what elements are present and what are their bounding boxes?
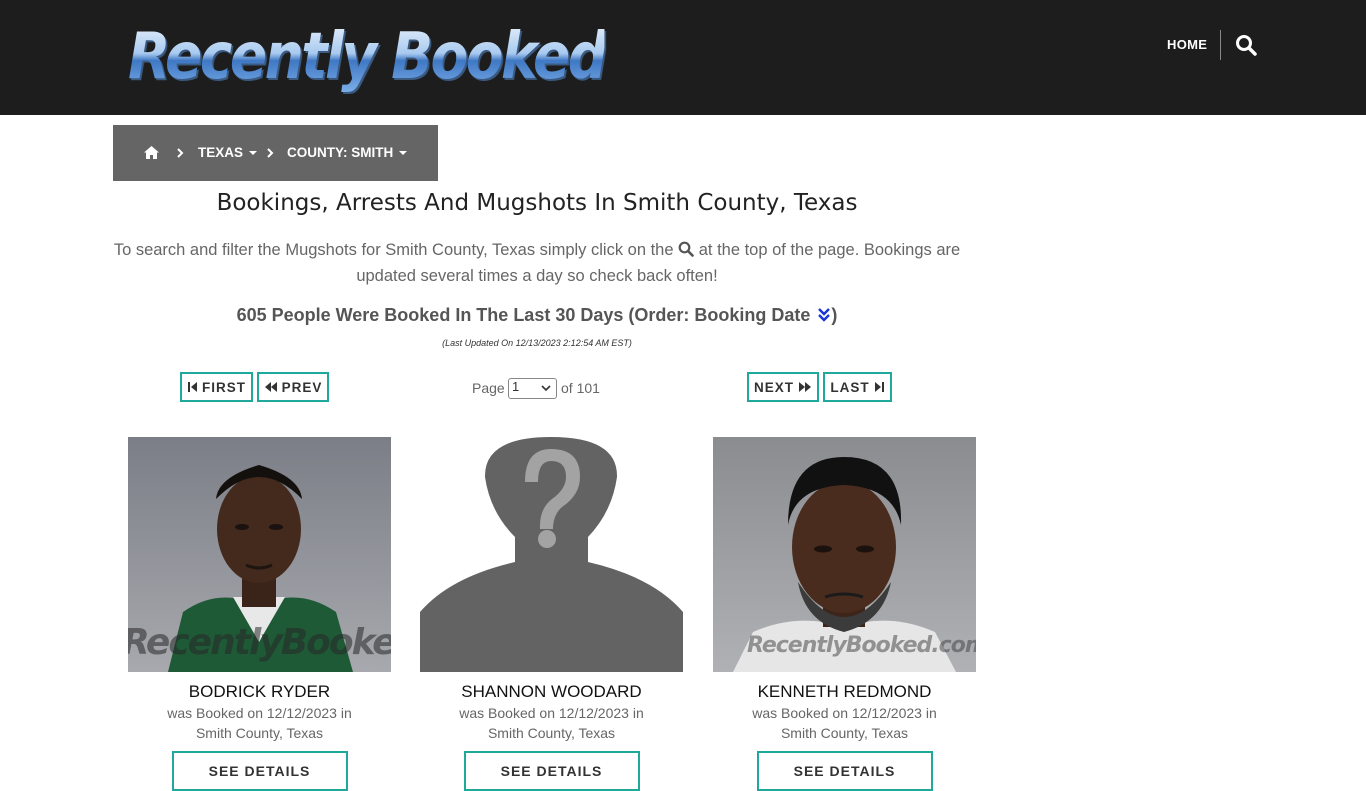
booking-card: RecentlyBooked.com KENNETH REDMOND was B… xyxy=(713,437,976,791)
booking-count-text: 605 People Were Booked In The Last 30 Da… xyxy=(236,305,811,325)
forward-icon xyxy=(799,382,811,392)
booking-info-line1: was Booked on 12/12/2023 in xyxy=(752,705,937,721)
chevron-down-icon xyxy=(541,385,551,392)
step-backward-icon xyxy=(188,382,197,392)
booking-info-line2: Smith County, Texas xyxy=(780,725,909,741)
search-icon xyxy=(678,241,694,257)
booking-count-close: ) xyxy=(831,305,838,325)
caret-down-icon xyxy=(249,151,258,156)
page-select-value: 1 xyxy=(512,379,520,394)
sort-order-toggle-icon[interactable] xyxy=(817,307,831,323)
page-title: Bookings, Arrests And Mugshots In Smith … xyxy=(216,190,858,216)
inmate-name[interactable]: KENNETH REDMOND xyxy=(713,682,976,702)
home-icon[interactable] xyxy=(143,145,160,160)
last-updated: (Last Updated On 12/13/2023 2:12:54 AM E… xyxy=(442,338,632,348)
mugshot-photo[interactable]: RecentlyBooked.com xyxy=(128,437,391,672)
page-select[interactable]: 1 xyxy=(508,378,557,399)
placeholder-silhouette-icon xyxy=(420,437,683,672)
last-page-label: LAST xyxy=(830,379,870,395)
breadcrumb-county-dropdown[interactable]: COUNTY: SMITH xyxy=(287,145,408,160)
booking-info-line2: Smith County, Texas xyxy=(487,725,616,741)
breadcrumb-state-dropdown[interactable]: TEXAS xyxy=(198,145,258,160)
inmate-name[interactable]: SHANNON WOODARD xyxy=(420,682,683,702)
nav-home-link[interactable]: HOME xyxy=(1167,37,1207,52)
mugshot-photo[interactable]: RecentlyBooked.com xyxy=(713,437,976,672)
next-page-button[interactable]: NEXT xyxy=(747,372,819,402)
breadcrumb-state-label: TEXAS xyxy=(198,145,244,160)
see-details-button[interactable]: SEE DETAILS xyxy=(756,751,933,791)
inmate-name[interactable]: BODRICK RYDER xyxy=(128,682,391,702)
mugshot-photo[interactable] xyxy=(420,437,683,672)
breadcrumb-county-label: COUNTY: SMITH xyxy=(287,145,394,160)
prev-page-label: PREV xyxy=(281,379,323,395)
booking-info-line1: was Booked on 12/12/2023 in xyxy=(459,705,644,721)
watermark-text: RecentlyBooked.com xyxy=(128,622,391,663)
first-page-label: FIRST xyxy=(202,379,246,395)
booking-info-line1: was Booked on 12/12/2023 in xyxy=(167,705,352,721)
last-page-button[interactable]: LAST xyxy=(823,372,892,402)
site-header: Recently Booked HOME xyxy=(0,0,1366,115)
see-details-button[interactable]: SEE DETAILS xyxy=(463,751,640,791)
booking-card: SHANNON WOODARD was Booked on 12/12/2023… xyxy=(420,437,683,791)
page-label: Page xyxy=(472,380,505,396)
nav-divider xyxy=(1220,30,1221,60)
backward-icon xyxy=(264,382,277,392)
search-icon[interactable] xyxy=(1235,34,1257,56)
chevron-right-icon xyxy=(177,148,184,158)
breadcrumb: TEXAS COUNTY: SMITH xyxy=(113,125,438,181)
intro-text: To search and filter the Mugshots for Sm… xyxy=(113,237,961,289)
site-logo[interactable]: Recently Booked xyxy=(128,20,607,94)
watermark-text: RecentlyBooked.com xyxy=(747,633,976,658)
prev-page-button[interactable]: PREV xyxy=(257,372,329,402)
page-count: of 101 xyxy=(561,380,600,396)
caret-down-icon xyxy=(399,151,408,156)
chevron-right-icon xyxy=(267,148,274,158)
intro-text-before: To search and filter the Mugshots for Sm… xyxy=(113,241,674,259)
first-page-button[interactable]: FIRST xyxy=(180,372,253,402)
step-forward-icon xyxy=(874,382,884,392)
next-page-label: NEXT xyxy=(753,379,794,395)
booking-card: RecentlyBooked.com BODRICK RYDER was Boo… xyxy=(128,437,391,791)
booking-count: 605 People Were Booked In The Last 30 Da… xyxy=(113,305,961,326)
see-details-button[interactable]: SEE DETAILS xyxy=(171,751,348,791)
booking-info-line2: Smith County, Texas xyxy=(195,725,324,741)
